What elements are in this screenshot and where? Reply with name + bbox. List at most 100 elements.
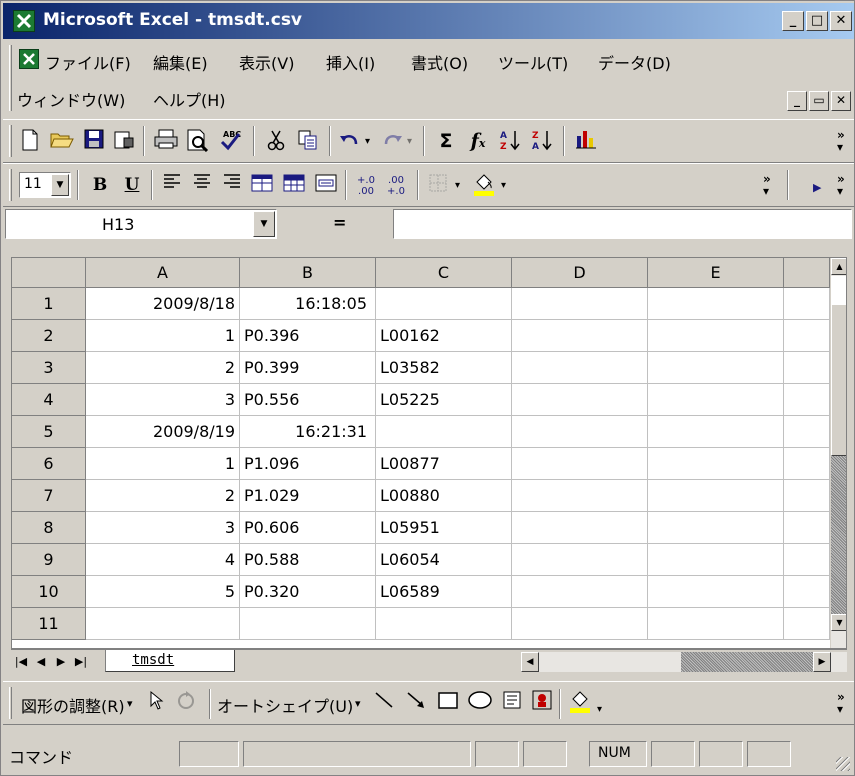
row-header[interactable]: 4 [12, 384, 86, 416]
menu-format[interactable]: 書式(O) [411, 50, 468, 74]
name-box-dropdown-icon[interactable]: ▼ [253, 211, 275, 237]
last-sheet-icon[interactable]: ▶| [73, 654, 89, 670]
cell[interactable]: P0.399 [240, 352, 376, 384]
bold-button[interactable]: B [87, 172, 113, 198]
line-icon[interactable] [371, 689, 397, 715]
cell[interactable]: 2 [86, 480, 240, 512]
undo-dropdown-icon[interactable]: ▾ [365, 136, 370, 148]
fill-color-icon[interactable] [471, 172, 497, 198]
spelling-icon[interactable]: ABC [217, 128, 243, 154]
name-box[interactable]: H13 ▼ [5, 209, 277, 239]
redo-icon[interactable] [379, 128, 405, 154]
row-header[interactable]: 11 [12, 608, 86, 640]
cell[interactable]: L05951 [376, 512, 512, 544]
table-format-icon[interactable] [281, 172, 307, 198]
row-header[interactable]: 1 [12, 288, 86, 320]
prev-sheet-icon[interactable]: ◀ [33, 654, 49, 670]
cell[interactable]: L00880 [376, 480, 512, 512]
doc-close-button[interactable]: ✕ [831, 91, 851, 111]
row-header[interactable]: 7 [12, 480, 86, 512]
formula-input[interactable] [393, 209, 852, 239]
align-center-icon[interactable] [189, 172, 215, 198]
cell[interactable]: 16:21:31 [240, 416, 376, 448]
cell[interactable]: L06054 [376, 544, 512, 576]
draw-menu-dropdown-icon[interactable]: ▾ [127, 697, 133, 710]
toolbar-grip[interactable] [9, 687, 12, 719]
cell[interactable] [784, 352, 830, 384]
cell[interactable] [784, 608, 830, 640]
draw-fill-color-icon[interactable] [567, 689, 593, 715]
split-box[interactable] [831, 276, 846, 304]
row-header[interactable]: 3 [12, 352, 86, 384]
scroll-right-icon[interactable]: ▶ [813, 652, 831, 672]
oval-icon[interactable] [467, 689, 493, 715]
cell[interactable] [648, 480, 784, 512]
cell[interactable]: 1 [86, 320, 240, 352]
merge-cells-icon[interactable] [313, 172, 339, 198]
cell[interactable]: L00162 [376, 320, 512, 352]
cell[interactable] [648, 320, 784, 352]
worksheet-grid[interactable]: A B C D E 1 2009/8/18 16:18:05 2 1 P0.396 L001… [11, 257, 847, 649]
row-header[interactable]: 8 [12, 512, 86, 544]
cell[interactable] [648, 608, 784, 640]
select-all-corner[interactable] [12, 258, 86, 288]
maximize-button[interactable]: □ [806, 11, 828, 31]
copy-icon[interactable] [295, 128, 321, 154]
arrow-icon[interactable] [403, 689, 429, 715]
merge-center-icon[interactable] [249, 172, 275, 198]
cell[interactable] [86, 608, 240, 640]
cell[interactable]: P1.096 [240, 448, 376, 480]
column-header-b[interactable]: B [240, 258, 376, 288]
cell[interactable]: 2 [86, 352, 240, 384]
underline-button[interactable]: U [119, 172, 145, 198]
menu-edit[interactable]: 編集(E) [153, 50, 208, 74]
rectangle-icon[interactable] [435, 689, 461, 715]
cell[interactable] [512, 352, 648, 384]
print-icon[interactable] [153, 128, 179, 154]
cell[interactable] [376, 608, 512, 640]
horizontal-scrollbar[interactable]: ◀ ▶ [521, 652, 847, 672]
cut-icon[interactable] [263, 128, 289, 154]
cell[interactable]: 3 [86, 384, 240, 416]
doc-minimize-button[interactable]: _ [787, 91, 807, 111]
menu-help[interactable]: ヘルプ(H) [153, 87, 226, 111]
scroll-down-icon[interactable]: ▼ [831, 614, 846, 631]
cell[interactable] [376, 416, 512, 448]
print-preview-icon[interactable] [185, 128, 211, 154]
decrease-decimal-icon[interactable]: .00 +.0 [383, 172, 409, 198]
workbook-icon[interactable] [19, 49, 39, 69]
column-header-c[interactable]: C [376, 258, 512, 288]
autoshapes-dropdown-icon[interactable]: ▾ [355, 697, 361, 710]
menu-view[interactable]: 表示(V) [239, 50, 294, 74]
borders-icon[interactable] [425, 172, 451, 198]
increase-decimal-icon[interactable]: +.0.00 [353, 172, 379, 198]
cell[interactable]: 16:18:05 [240, 288, 376, 320]
cell[interactable]: 1 [86, 448, 240, 480]
toolbar-options-icon[interactable]: » ▾ [837, 129, 845, 153]
menu-file[interactable]: ファイル(F) [45, 50, 131, 74]
close-button[interactable]: ✕ [830, 11, 852, 31]
font-size-select[interactable]: 11 ▼ [19, 172, 71, 198]
cell[interactable]: 2009/8/19 [86, 416, 240, 448]
cell[interactable]: P0.396 [240, 320, 376, 352]
horizontal-scroll-thumb[interactable] [681, 652, 813, 672]
sort-ascending-icon[interactable]: AZ [497, 128, 523, 154]
save-icon[interactable] [81, 128, 107, 154]
font-size-dropdown-icon[interactable]: ▼ [51, 174, 69, 196]
extra-options-icon[interactable]: » ▾ [837, 173, 845, 197]
cell[interactable]: P1.029 [240, 480, 376, 512]
cell[interactable] [784, 512, 830, 544]
scroll-left-icon[interactable]: ◀ [521, 652, 539, 672]
resize-grip[interactable] [836, 757, 850, 771]
doc-restore-button[interactable]: ▭ [809, 91, 829, 111]
scroll-up-icon[interactable]: ▲ [831, 258, 846, 275]
vertical-scroll-track[interactable] [831, 456, 846, 616]
new-icon[interactable] [17, 128, 43, 154]
row-header[interactable]: 5 [12, 416, 86, 448]
menu-data[interactable]: データ(D) [598, 50, 671, 74]
cell[interactable] [376, 288, 512, 320]
cell[interactable]: 2009/8/18 [86, 288, 240, 320]
menu-insert[interactable]: 挿入(I) [326, 50, 375, 74]
cell[interactable]: L00877 [376, 448, 512, 480]
cell[interactable]: L05225 [376, 384, 512, 416]
